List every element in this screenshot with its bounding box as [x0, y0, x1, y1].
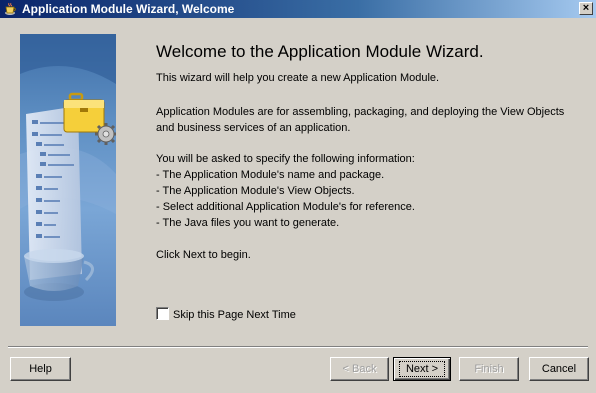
description-line-1: Application Modules are for assembling, … — [156, 106, 565, 118]
intro-text: This wizard will help you create a new A… — [156, 72, 440, 84]
closing-text: Click Next to begin. — [156, 249, 251, 261]
coffee-cup-icon — [5, 2, 16, 15]
finish-button-label: Finish — [474, 363, 504, 375]
list-item: - The Application Module's View Objects. — [156, 185, 355, 197]
help-button-label: Help — [29, 363, 52, 375]
help-button[interactable]: Help — [10, 357, 71, 381]
finish-button[interactable]: Finish — [459, 357, 519, 381]
list-item: - Select additional Application Module's… — [156, 201, 415, 213]
list-item: - The Java files you want to generate. — [156, 217, 340, 229]
skip-page-label[interactable]: Skip this Page Next Time — [173, 309, 296, 321]
list-intro: You will be asked to specify the followi… — [156, 153, 415, 165]
back-button-label: < Back — [342, 363, 377, 375]
title-bar[interactable]: Application Module Wizard, Welcome × — [0, 0, 596, 18]
cancel-button[interactable]: Cancel — [529, 357, 589, 381]
next-button[interactable]: Next > — [393, 357, 451, 381]
close-button[interactable]: × — [579, 2, 593, 15]
cancel-button-label: Cancel — [541, 363, 577, 375]
footer-divider — [8, 346, 588, 348]
close-icon: × — [582, 2, 590, 14]
list-item: - The Application Module's name and pack… — [156, 169, 385, 181]
skip-page-option[interactable]: Skip this Page Next Time — [156, 307, 296, 321]
skip-page-checkbox[interactable] — [156, 307, 169, 320]
wizard-window: Application Module Wizard, Welcome × Wel… — [0, 0, 596, 393]
back-button[interactable]: < Back — [330, 357, 389, 381]
next-button-label: Next > — [398, 361, 446, 377]
window-title: Application Module Wizard, Welcome — [22, 2, 235, 16]
wizard-illustration — [20, 34, 116, 301]
description-line-2: and business services of an application. — [156, 122, 351, 134]
wizard-side-image — [20, 34, 116, 326]
page-title: Welcome to the Application Module Wizard… — [156, 42, 484, 61]
